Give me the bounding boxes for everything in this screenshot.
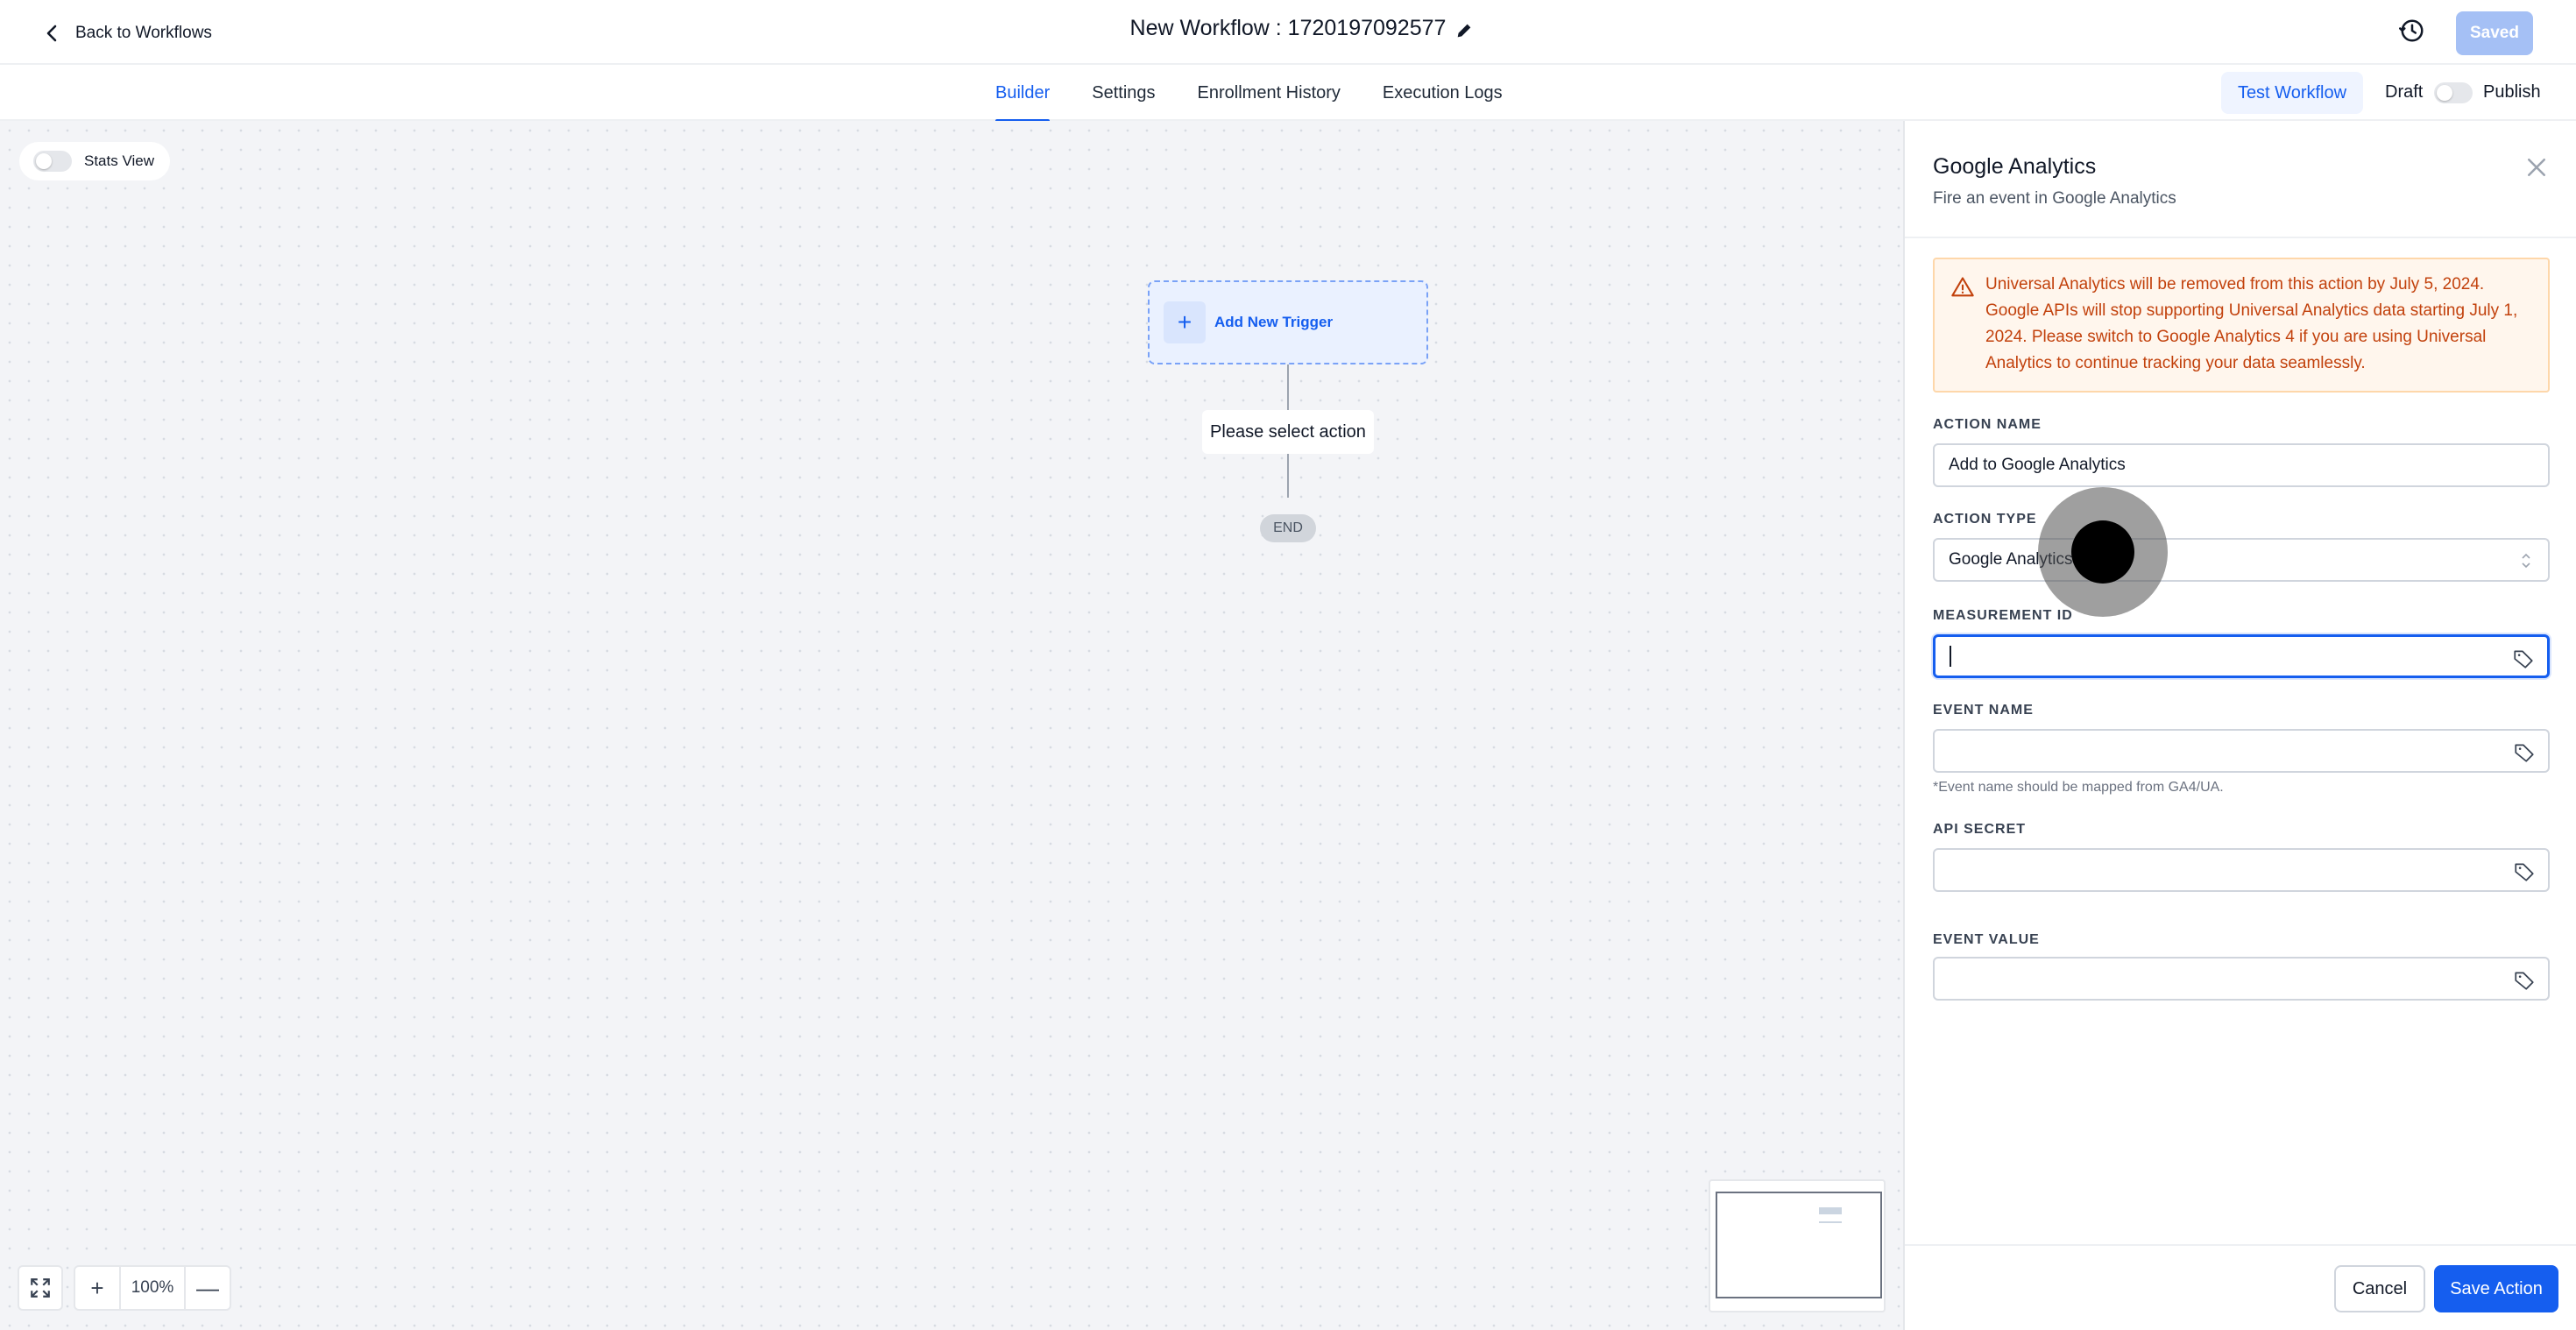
action-type-select[interactable]: Google Analytics — [1933, 538, 2550, 582]
measurement-id-label: MEASUREMENT ID — [1933, 608, 2073, 623]
footer-divider — [1905, 1244, 2576, 1246]
warning-icon — [1951, 277, 1974, 297]
divider — [1905, 237, 2576, 238]
back-label: Back to Workflows — [75, 24, 212, 42]
zoom-controls: + 100% — — [74, 1265, 231, 1311]
close-icon[interactable] — [2523, 154, 2550, 180]
back-to-workflows-link[interactable]: Back to Workflows — [42, 18, 212, 49]
draft-label: Draft — [2385, 82, 2424, 102]
event-name-label: EVENT NAME — [1933, 703, 2034, 718]
publish-toggle[interactable] — [2434, 82, 2473, 103]
minimap-viewport[interactable] — [1716, 1192, 1882, 1298]
tab-bar: Builder Settings Enrollment History Exec… — [995, 65, 1503, 123]
cancel-button[interactable]: Cancel — [2334, 1265, 2425, 1312]
action-type-label: ACTION TYPE — [1933, 512, 2037, 527]
event-value-input[interactable] — [1933, 957, 2550, 1001]
tag-icon[interactable] — [2512, 647, 2535, 670]
stats-view-control: Stats View — [19, 142, 171, 180]
select-action-node[interactable]: Please select action — [1202, 410, 1374, 454]
panel-subtitle: Fire an event in Google Analytics — [1933, 189, 2176, 208]
pencil-icon[interactable] — [1454, 21, 1474, 40]
workflow-canvas[interactable]: Stats View + Add New Trigger Please sele… — [0, 121, 1903, 1330]
minimap-node — [1819, 1221, 1842, 1223]
tag-icon[interactable] — [2513, 741, 2536, 764]
saved-button[interactable]: Saved — [2456, 11, 2533, 55]
panel-title: Google Analytics — [1933, 154, 2097, 179]
event-value-label: EVENT VALUE — [1933, 932, 2040, 947]
stats-view-label: Stats View — [84, 152, 155, 169]
workflow-title: New Workflow : 1720197092577 — [1129, 16, 1447, 40]
action-config-panel: Google Analytics Fire an event in Google… — [1903, 121, 2576, 1330]
expand-icon — [31, 1278, 50, 1298]
warning-text: Universal Analytics will be removed from… — [1985, 275, 2518, 372]
zoom-out-button[interactable]: — — [186, 1267, 230, 1309]
zoom-in-button[interactable]: + — [75, 1267, 119, 1309]
tab-builder[interactable]: Builder — [995, 65, 1051, 123]
tab-execution-logs[interactable]: Execution Logs — [1383, 65, 1503, 121]
trigger-label: Add New Trigger — [1214, 314, 1334, 330]
chevron-updown-icon — [2522, 553, 2530, 569]
connector-line — [1287, 454, 1289, 498]
tab-enrollment-history[interactable]: Enrollment History — [1198, 65, 1341, 121]
sub-navigation: Builder Settings Enrollment History Exec… — [0, 65, 2576, 123]
add-new-trigger-node[interactable]: + Add New Trigger — [1148, 280, 1428, 364]
api-secret-label: API SECRET — [1933, 822, 2027, 837]
connector-line — [1287, 364, 1289, 410]
event-name-input[interactable] — [1933, 729, 2550, 773]
fit-view-button[interactable] — [18, 1265, 63, 1311]
action-name-label: ACTION NAME — [1933, 417, 2042, 432]
zoom-level: 100% — [119, 1267, 186, 1309]
event-name-hint: *Event name should be mapped from GA4/UA… — [1933, 780, 2224, 795]
click-indicator — [2038, 487, 2168, 617]
deprecation-warning: Universal Analytics will be removed from… — [1933, 258, 2550, 393]
publish-label: Publish — [2483, 82, 2541, 102]
minimap-node — [1819, 1207, 1842, 1214]
plus-icon: + — [1164, 301, 1206, 343]
tag-icon[interactable] — [2513, 860, 2536, 883]
action-name-value: Add to Google Analytics — [1949, 456, 2126, 474]
measurement-id-input[interactable] — [1933, 634, 2550, 678]
action-name-input[interactable]: Add to Google Analytics — [1933, 443, 2550, 487]
api-secret-input[interactable] — [1933, 848, 2550, 892]
tag-icon[interactable] — [2513, 969, 2536, 992]
tab-settings[interactable]: Settings — [1092, 65, 1155, 121]
history-icon[interactable] — [2399, 18, 2425, 44]
save-action-button[interactable]: Save Action — [2434, 1265, 2558, 1312]
end-node: END — [1260, 514, 1316, 542]
text-caret — [1950, 646, 1951, 667]
top-header: Back to Workflows New Workflow : 1720197… — [0, 0, 2576, 65]
stats-view-toggle[interactable] — [33, 151, 72, 172]
minimap[interactable] — [1709, 1179, 1886, 1312]
test-workflow-button[interactable]: Test Workflow — [2221, 72, 2363, 114]
chevron-left-icon — [46, 25, 57, 42]
